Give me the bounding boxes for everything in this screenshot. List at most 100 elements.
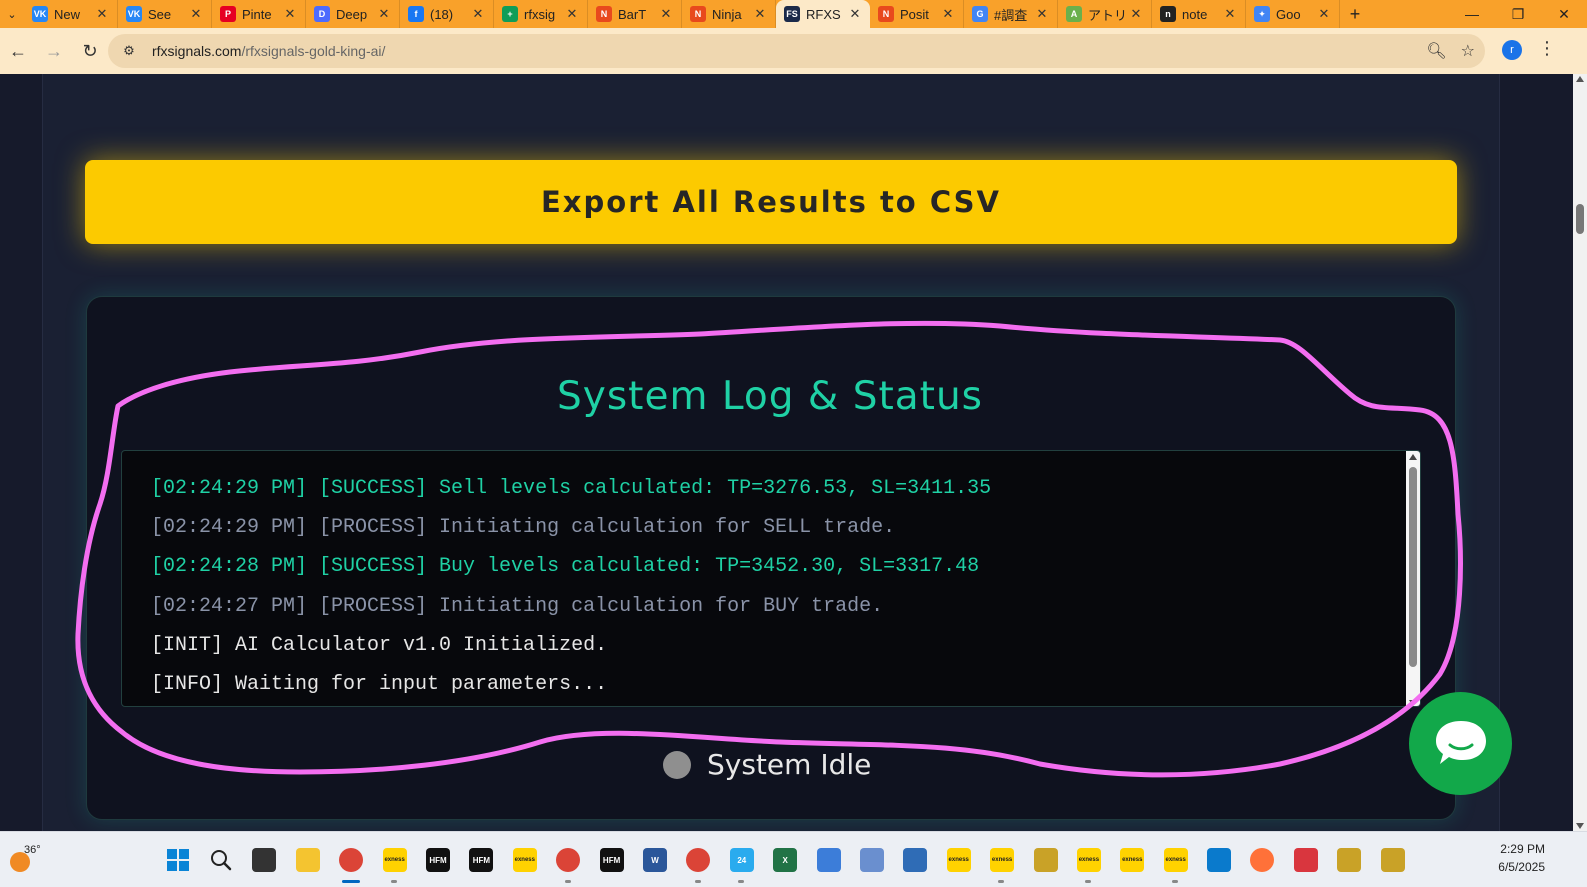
close-window-icon[interactable]: ✕: [1541, 0, 1587, 28]
tab-title: Ninja: [712, 6, 742, 22]
clock-date: 6/5/2025: [1498, 860, 1545, 874]
browser-tab[interactable]: D Deep ✕: [306, 0, 400, 28]
reload-icon[interactable]: ↻: [72, 33, 108, 69]
taskbar-glyph: [859, 848, 884, 872]
exness-icon[interactable]: exness: [1111, 840, 1154, 880]
tab-close-icon[interactable]: ✕: [377, 6, 391, 22]
live-chat-button[interactable]: [1409, 692, 1512, 795]
system-clock[interactable]: 2:29 PM 6/5/2025: [1498, 840, 1545, 876]
vscode-icon[interactable]: [1197, 840, 1240, 880]
page-scroll-down-icon[interactable]: [1576, 823, 1584, 829]
chrome-icon[interactable]: [547, 840, 590, 883]
browser-tab[interactable]: FS RFXS ✕: [776, 0, 870, 28]
browser-tab[interactable]: A アトリ ✕: [1058, 0, 1152, 28]
taskbar-glyph: exness: [1163, 848, 1188, 872]
scroll-down-arrow-icon[interactable]: [1409, 700, 1417, 706]
hfm-icon[interactable]: HFM: [590, 840, 633, 880]
chrome-icon[interactable]: [330, 840, 373, 883]
metatrader-icon[interactable]: [1328, 840, 1371, 880]
exness-icon[interactable]: exness: [937, 840, 980, 880]
browser-tab[interactable]: G #調査 ✕: [964, 0, 1058, 28]
browser-tab[interactable]: VK New ✕: [24, 0, 118, 28]
tab-close-icon[interactable]: ✕: [471, 6, 485, 22]
taskbar-glyph: [556, 848, 581, 872]
browser-tab[interactable]: + rfxsig ✕: [494, 0, 588, 28]
task-view-icon[interactable]: [243, 840, 286, 880]
zoom-icon[interactable]: 🔍︎: [1426, 41, 1446, 61]
firefox-icon[interactable]: [1241, 840, 1284, 880]
new-tab-button[interactable]: +: [1340, 4, 1370, 25]
window-icon[interactable]: [894, 840, 937, 880]
exness-icon[interactable]: exness: [373, 840, 416, 883]
tab-close-icon[interactable]: ✕: [659, 6, 673, 22]
taskbar-glyph: exness: [990, 848, 1015, 872]
search-icon[interactable]: [199, 840, 242, 880]
exness-icon[interactable]: exness: [1067, 840, 1110, 883]
notepad-icon[interactable]: [807, 840, 850, 880]
tab-close-icon[interactable]: ✕: [1223, 6, 1237, 22]
file-explorer-icon[interactable]: [286, 840, 329, 880]
tab-search-chevron-icon[interactable]: ⌄: [0, 0, 24, 28]
weather-widget[interactable]: 36°: [8, 842, 42, 876]
metatrader-icon[interactable]: [1024, 840, 1067, 880]
exness-icon[interactable]: exness: [503, 840, 546, 880]
metatrader-icon[interactable]: [1371, 840, 1414, 880]
profile-avatar[interactable]: r: [1502, 40, 1522, 60]
browser-menu-icon[interactable]: ⋮: [1538, 38, 1556, 59]
url-text[interactable]: rfxsignals.com/rfxsignals-gold-king-ai/: [152, 43, 385, 59]
page-scroll-up-icon[interactable]: [1576, 76, 1584, 82]
console-scrollbar[interactable]: [1406, 451, 1420, 706]
tab-close-icon[interactable]: ✕: [1035, 6, 1049, 22]
bookmark-star-icon[interactable]: ☆: [1461, 41, 1475, 61]
scroll-up-arrow-icon[interactable]: [1409, 454, 1417, 460]
browser-tab[interactable]: N Posit ✕: [870, 0, 964, 28]
back-arrow-icon[interactable]: ←: [0, 33, 36, 69]
tab-favicon-icon: +: [502, 6, 518, 22]
tab-title: rfxsig: [524, 6, 556, 22]
browser-tab[interactable]: ✦ Goo ✕: [1246, 0, 1340, 28]
browser-tab[interactable]: N BarT ✕: [588, 0, 682, 28]
tab-close-icon[interactable]: ✕: [848, 6, 862, 22]
site-info-icon[interactable]: ⚙: [118, 40, 140, 62]
page-scroll-thumb[interactable]: [1576, 204, 1584, 234]
tab-title: New: [54, 6, 81, 22]
excel-icon[interactable]: X: [763, 840, 806, 880]
hfm-icon[interactable]: HFM: [460, 840, 503, 880]
tab-close-icon[interactable]: ✕: [1129, 6, 1143, 22]
tab-close-icon[interactable]: ✕: [753, 6, 767, 22]
forward-arrow-icon[interactable]: →: [36, 33, 72, 69]
taskbar-glyph: [686, 848, 711, 872]
tab-close-icon[interactable]: ✕: [95, 6, 109, 22]
exness-icon[interactable]: exness: [1154, 840, 1197, 883]
tab-title: Goo: [1276, 6, 1301, 22]
console-scroll-thumb[interactable]: [1409, 467, 1417, 667]
windows-taskbar: 36° exness HFM HFM exness HFM W 24 Xexness exnes…: [0, 831, 1587, 887]
export-csv-button[interactable]: Export All Results to CSV: [85, 160, 1457, 244]
browser-tab[interactable]: n note ✕: [1152, 0, 1246, 28]
page-scrollbar[interactable]: [1573, 74, 1587, 831]
tab-close-icon[interactable]: ✕: [565, 6, 579, 22]
hfm-icon[interactable]: HFM: [416, 840, 459, 880]
system-log-console[interactable]: [02:24:29 PM] [SUCCESS] Sell levels calc…: [121, 450, 1421, 707]
control-panel-icon[interactable]: [850, 840, 893, 880]
tab-close-icon[interactable]: ✕: [283, 6, 297, 22]
browser-tab[interactable]: VK See ✕: [118, 0, 212, 28]
restore-icon[interactable]: ❐: [1495, 0, 1541, 28]
tab-favicon-icon: n: [1160, 6, 1176, 22]
word-icon[interactable]: W: [633, 840, 676, 880]
address-bar[interactable]: ⚙ rfxsignals.com/rfxsignals-gold-king-ai…: [108, 34, 1485, 68]
taskbar-glyph: HFM: [599, 848, 624, 872]
tab-close-icon[interactable]: ✕: [189, 6, 203, 22]
browser-tab[interactable]: N Ninja ✕: [682, 0, 776, 28]
start-icon[interactable]: [156, 840, 199, 880]
chrome-icon[interactable]: [677, 840, 720, 883]
minimize-icon[interactable]: —: [1449, 0, 1495, 28]
exness-icon[interactable]: exness: [980, 840, 1023, 883]
tab-close-icon[interactable]: ✕: [1317, 6, 1331, 22]
snipping-tool-icon[interactable]: [1284, 840, 1327, 880]
tab-favicon-icon: N: [596, 6, 612, 22]
browser-tab[interactable]: P Pinte ✕: [212, 0, 306, 28]
telegram-icon[interactable]: 24: [720, 840, 763, 883]
browser-tab[interactable]: f (18) ✕: [400, 0, 494, 28]
tab-close-icon[interactable]: ✕: [941, 6, 955, 22]
